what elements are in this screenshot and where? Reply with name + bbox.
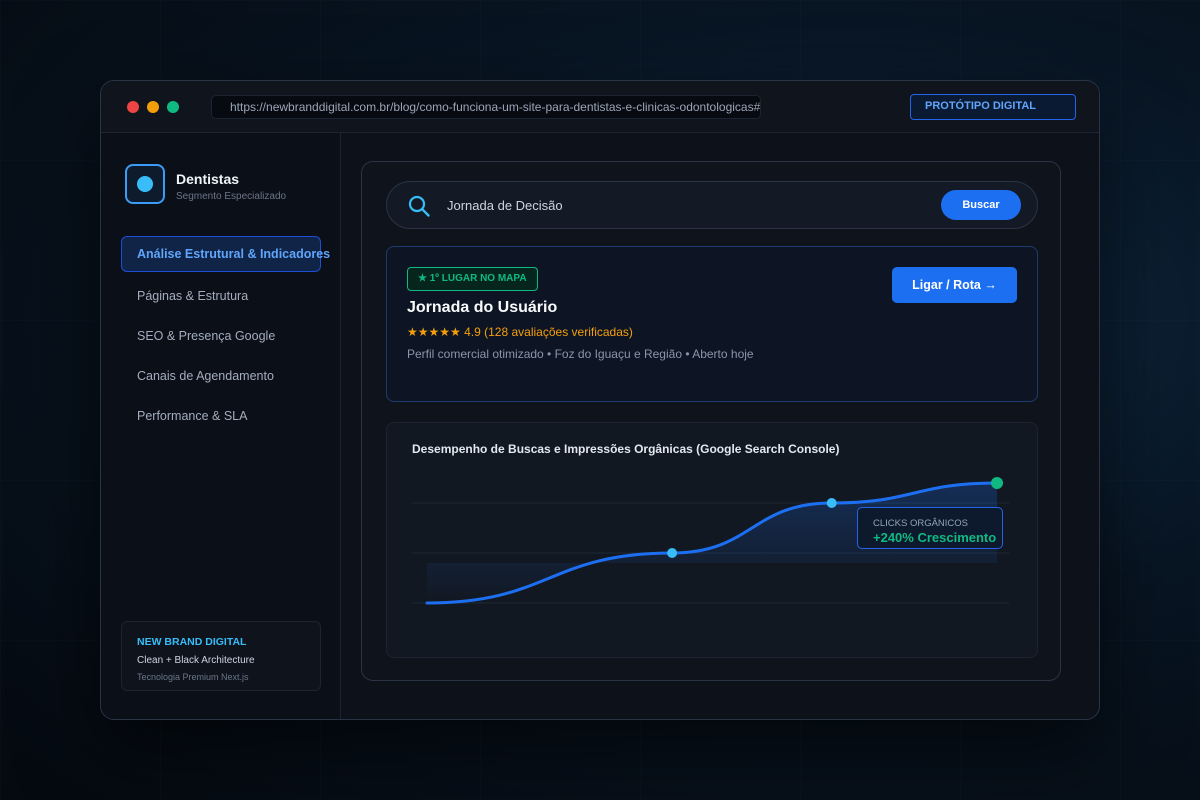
sidebar-item-seo[interactable]: SEO & Presença Google (121, 318, 321, 354)
sidebar-footer-card: NEW BRAND DIGITAL Clean + Black Architec… (121, 621, 321, 691)
main-panel: Jornada de Decisão Buscar ★ 1º LUGAR NO … (361, 161, 1061, 681)
brand-logo-icon (125, 164, 165, 204)
brand-subtitle: Segmento Especializado (176, 191, 287, 202)
browser-window: https://newbranddigital.com.br/blog/como… (100, 80, 1100, 720)
prototype-badge: PROTÓTIPO DIGITAL (910, 94, 1076, 120)
search-button[interactable]: Buscar (941, 190, 1021, 220)
address-bar[interactable]: https://newbranddigital.com.br/blog/como… (211, 95, 761, 119)
footer-brand-name: NEW BRAND DIGITAL (137, 636, 247, 648)
search-bar[interactable]: Jornada de Decisão Buscar (386, 181, 1038, 229)
sidebar-item-performance[interactable]: Performance & SLA (121, 398, 321, 434)
brand-title: Dentistas (176, 171, 240, 187)
sidebar-item-paginas[interactable]: Páginas & Estrutura (121, 278, 321, 314)
rating-text: ★★★★★ 4.9 (128 avaliações verificadas) (407, 325, 633, 339)
ranking-badge: ★ 1º LUGAR NO MAPA (407, 267, 538, 291)
growth-tooltip: CLICKS ORGÂNICOS +240% Crescimento (857, 507, 1003, 549)
footer-tagline: Clean + Black Architecture (137, 655, 255, 666)
chart-point[interactable] (826, 498, 837, 508)
tooltip-label: CLICKS ORGÂNICOS (873, 518, 969, 529)
business-card: ★ 1º LUGAR NO MAPA Jornada do Usuário ★★… (386, 246, 1038, 402)
browser-titlebar: https://newbranddigital.com.br/blog/como… (101, 81, 1099, 133)
card-description: Perfil comercial otimizado • Foz do Igua… (407, 347, 754, 361)
minimize-window-dot[interactable] (147, 101, 159, 113)
chart-card: Desempenho de Buscas e Impressões Orgâni… (386, 422, 1038, 658)
sidebar-item-agendamento[interactable]: Canais de Agendamento (121, 358, 321, 394)
call-route-button[interactable]: Ligar / Rota → (892, 267, 1017, 303)
search-input[interactable]: Jornada de Decisão (447, 198, 563, 213)
search-icon (408, 195, 430, 217)
chart-point-highlight[interactable] (991, 477, 1003, 489)
maximize-window-dot[interactable] (167, 101, 179, 113)
footer-tech: Tecnologia Premium Next.js (137, 672, 249, 682)
card-title: Jornada do Usuário (407, 299, 558, 316)
chart-point[interactable] (667, 548, 678, 558)
sidebar: Dentistas Segmento Especializado Análise… (101, 133, 341, 719)
tooltip-value: +240% Crescimento (873, 530, 997, 545)
close-window-dot[interactable] (127, 101, 139, 113)
sidebar-item-analise[interactable]: Análise Estrutural & Indicadores (121, 236, 330, 272)
